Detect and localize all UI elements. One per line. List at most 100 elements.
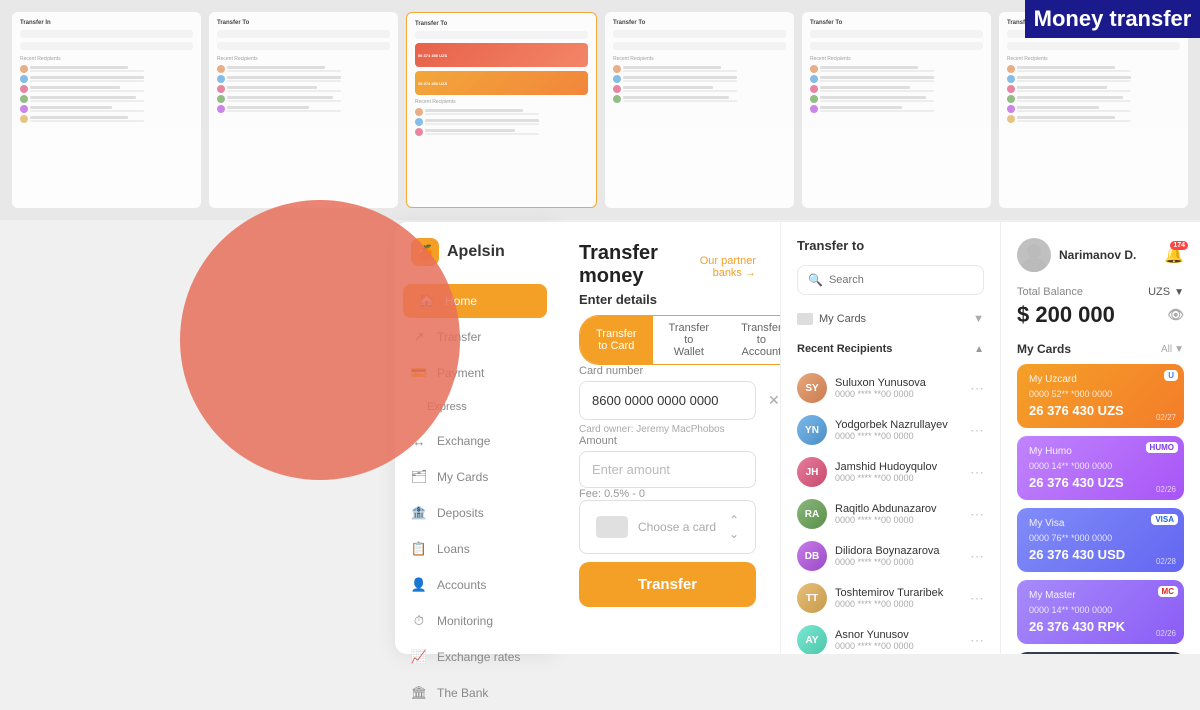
humo-name: My Humo	[1029, 446, 1172, 457]
recipient-avatar-2: JH	[797, 457, 827, 487]
master-balance: 26 376 430 RPK	[1029, 619, 1172, 634]
recipient-more-5[interactable]: ⋯	[970, 590, 984, 607]
sidebar-item-exchange-rates[interactable]: 📈 Exchange rates	[395, 640, 555, 674]
tab-to-wallet[interactable]: Transfer to Wallet	[653, 316, 726, 364]
visa-number: 0000 76** *000 0000	[1029, 533, 1172, 543]
recipient-more-4[interactable]: ⋯	[970, 548, 984, 565]
recipient-item-6[interactable]: AY Asnor Yunusov 0000 **** **00 0000 ⋯	[797, 619, 984, 654]
recipient-more-2[interactable]: ⋯	[970, 464, 984, 481]
right-panel: Narimanov D. 🔔 174 Total Balance UZS ▼ $…	[1000, 222, 1200, 654]
all-chevron-icon: ▼	[1174, 344, 1184, 355]
recipient-avatar-6: AY	[797, 625, 827, 654]
card-number-input-wrapper[interactable]: ✕	[579, 381, 756, 420]
accounts-icon: 👤	[411, 577, 427, 593]
search-input[interactable]	[829, 274, 973, 286]
recipient-card-4: 0000 **** **00 0000	[835, 557, 962, 567]
recipient-item-4[interactable]: DB Dilidora Boynazarova 0000 **** **00 0…	[797, 535, 984, 577]
sidebar-item-monitoring[interactable]: ⏱ Monitoring	[395, 604, 555, 638]
monitoring-icon: ⏱	[411, 613, 427, 629]
thumbnail-1: Transfer In Recent Recipients	[12, 12, 201, 208]
recipient-more-0[interactable]: ⋯	[970, 380, 984, 397]
amount-input[interactable]: Enter amount	[579, 451, 756, 488]
recipient-name-6: Asnor Yunusov	[835, 629, 962, 641]
sidebar-item-loans[interactable]: 📋 Loans	[395, 532, 555, 566]
recipient-item-5[interactable]: TT Toshtemirov Turaribek 0000 **** **00 …	[797, 577, 984, 619]
decorative-circle	[180, 200, 460, 480]
sidebar-item-deposits[interactable]: 🏦 Deposits	[395, 496, 555, 530]
card-humo[interactable]: HUMO My Humo 0000 14** *000 0000 26 376 …	[1017, 436, 1184, 500]
recent-recipients-chevron[interactable]: ▲	[974, 344, 984, 355]
notification-button[interactable]: 🔔 174	[1164, 245, 1184, 265]
transfer-button[interactable]: Transfer	[579, 562, 756, 607]
tab-to-card[interactable]: Transfer to Card	[580, 316, 653, 364]
my-cards-title: My Cards	[1017, 342, 1071, 356]
clear-card-icon[interactable]: ✕	[768, 392, 780, 409]
recipient-item-1[interactable]: YN Yodgorbek Nazrullayev 0000 **** **00 …	[797, 409, 984, 451]
recipient-more-6[interactable]: ⋯	[970, 632, 984, 649]
visa-balance: 26 376 430 USD	[1029, 547, 1172, 562]
recipient-avatar-4: DB	[797, 541, 827, 571]
sidebar-item-exchange-label: Exchange	[437, 434, 490, 448]
card-visa[interactable]: VISA My Visa 0000 76** *000 0000 26 376 …	[1017, 508, 1184, 572]
sidebar-item-exchange-rates-label: Exchange rates	[437, 650, 520, 664]
my-cards-row[interactable]: My Cards ▼	[797, 307, 984, 331]
card-uzcard[interactable]: U My Uzcard 0000 52** *000 0000 26 376 4…	[1017, 364, 1184, 428]
recipient-avatar-3: RA	[797, 499, 827, 529]
sidebar-item-the-bank-label: The Bank	[437, 686, 488, 700]
tab-to-account[interactable]: Transfer to Account	[725, 316, 780, 364]
page-title: Transfer money	[579, 242, 684, 288]
search-box[interactable]: 🔍	[797, 265, 984, 295]
recipient-avatar-5: TT	[797, 583, 827, 613]
recent-recipients-label: Recent Recipients	[797, 343, 892, 355]
recipient-card-5: 0000 **** **00 0000	[835, 599, 962, 609]
humo-expiry: 02/26	[1156, 485, 1176, 494]
banner: Money transfer	[1025, 0, 1200, 38]
humo-number: 0000 14** *000 0000	[1029, 461, 1172, 471]
thumbnail-4: Transfer To Recent Recipients	[605, 12, 794, 208]
card-number-input[interactable]	[592, 393, 768, 408]
my-cards-label: My Cards	[819, 313, 866, 325]
recipient-item-3[interactable]: RA Raqitlo Abdunazarov 0000 **** **00 00…	[797, 493, 984, 535]
recipients-list: SY Suluxon Yunusova 0000 **** **00 0000 …	[797, 367, 984, 654]
sidebar-item-monitoring-label: Monitoring	[437, 614, 493, 628]
all-cards-button[interactable]: All ▼	[1161, 344, 1184, 355]
sidebar-item-loans-label: Loans	[437, 542, 470, 556]
deposits-icon: 🏦	[411, 505, 427, 521]
recent-recipients-header: Recent Recipients ▲	[797, 343, 984, 355]
card-master[interactable]: MC My Master 0000 14** *000 0000 26 376 …	[1017, 580, 1184, 644]
recipient-item-2[interactable]: JH Jamshid Hudoyqulov 0000 **** **00 000…	[797, 451, 984, 493]
recipient-name-3: Raqitlo Abdunazarov	[835, 503, 962, 515]
sidebar-item-the-bank[interactable]: 🏛 The Bank	[395, 676, 555, 710]
uzcard-number: 0000 52** *000 0000	[1029, 389, 1172, 399]
sidebar-item-my-cards[interactable]: 🗂 My Cards	[395, 460, 555, 494]
master-name: My Master	[1029, 590, 1172, 601]
eye-icon[interactable]: 👁	[1167, 307, 1184, 323]
master-number: 0000 14** *000 0000	[1029, 605, 1172, 615]
recipient-item-0[interactable]: SY Suluxon Yunusova 0000 **** **00 0000 …	[797, 367, 984, 409]
choose-card-dropdown[interactable]: Choose a card ⌃⌄	[579, 500, 756, 554]
currency-label: UZS	[1148, 286, 1170, 298]
card-number-label: Card number	[579, 365, 756, 377]
recipient-name-5: Toshtemirov Turaribek	[835, 587, 962, 599]
sidebar-item-my-cards-label: My Cards	[437, 470, 488, 484]
enter-details-label: Enter details	[579, 292, 756, 307]
total-balance-label: Total Balance	[1017, 286, 1083, 298]
thumbnail-3: Transfer To 56 374 450 UZS 56 374 450 UZ…	[406, 12, 597, 208]
logo-text: Apelsin	[447, 243, 505, 261]
choose-card-chevron: ⌃⌄	[729, 513, 739, 541]
recipient-more-3[interactable]: ⋯	[970, 506, 984, 523]
my-cards-section: My Cards All ▼ U My Uzcard 0000 52** *00…	[1017, 342, 1184, 654]
thumbnail-6: Transfer To Recent Recipients	[999, 12, 1188, 208]
recipient-more-1[interactable]: ⋯	[970, 422, 984, 439]
visa-expiry: 02/28	[1156, 557, 1176, 566]
recipient-card-1: 0000 **** **00 0000	[835, 431, 962, 441]
partner-banks-link[interactable]: Our partner banks →	[684, 255, 756, 279]
chevron-down-icon: ▼	[973, 313, 984, 325]
bank-icon: 🏛	[411, 685, 427, 701]
recipient-avatar-0: SY	[797, 373, 827, 403]
sidebar-item-accounts[interactable]: 👤 Accounts	[395, 568, 555, 602]
humo-balance: 26 376 430 UZS	[1029, 475, 1172, 490]
recipient-name-1: Yodgorbek Nazrullayev	[835, 419, 962, 431]
app-container: 🍊 Apelsin 🏠 Home ↗ Transfer 💳 Payment Ex…	[395, 222, 1200, 654]
recipient-card-0: 0000 **** **00 0000	[835, 389, 962, 399]
